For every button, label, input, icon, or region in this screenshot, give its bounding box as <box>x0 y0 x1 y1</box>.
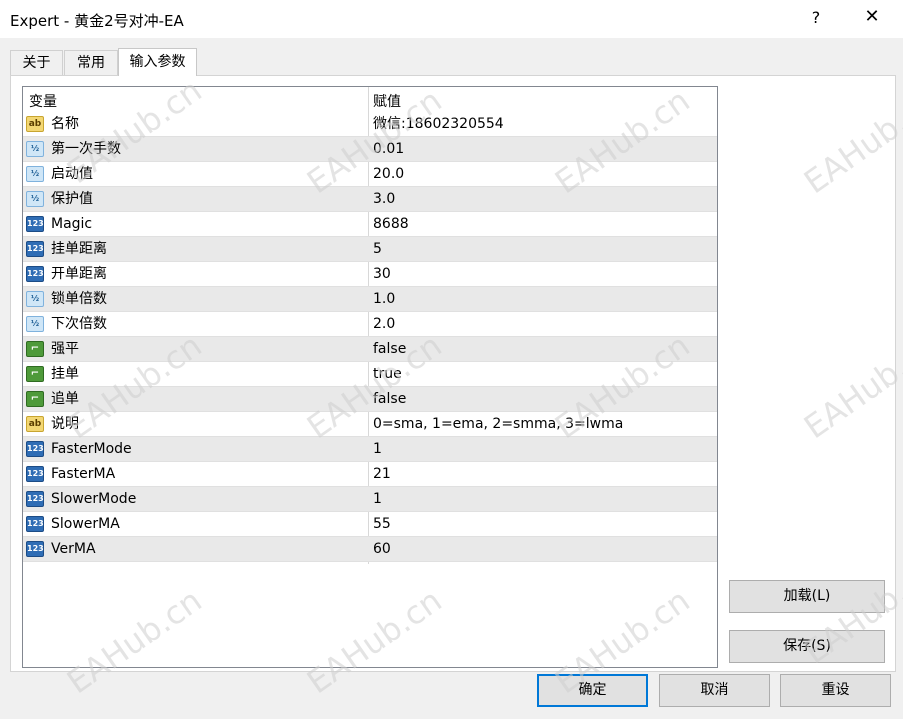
parameter-name: 第一次手数 <box>51 141 121 157</box>
boolean-type-icon: ⌐ <box>26 341 44 357</box>
parameter-row[interactable]: ab 说明 0=sma, 1=ema, 2=smma, 3=lwma <box>23 412 717 437</box>
integer-type-icon: 123 <box>26 216 44 232</box>
parameter-row[interactable]: ab 名称 微信:18602320554 <box>23 112 717 137</box>
parameter-row[interactable]: ⌐ 强平 false <box>23 337 717 362</box>
double-type-icon: ½ <box>26 191 44 207</box>
parameter-name: 说明 <box>51 416 79 432</box>
parameter-name: 挂单 <box>51 366 79 382</box>
parameter-value[interactable]: 微信:18602320554 <box>373 112 504 137</box>
parameter-value[interactable]: 0=sma, 1=ema, 2=smma, 3=lwma <box>373 412 623 437</box>
integer-type-icon: 123 <box>26 491 44 507</box>
parameter-row[interactable]: 123 FasterMA 21 <box>23 462 717 487</box>
ok-button[interactable]: 确定 <box>537 674 648 707</box>
save-button[interactable]: 保存(S) <box>729 630 885 663</box>
tab-about[interactable]: 关于 <box>10 50 63 75</box>
string-type-icon: ab <box>26 416 44 432</box>
parameter-name: 挂单距离 <box>51 241 107 257</box>
title-bar: Expert - 黄金2号对冲-EA ? ✕ <box>0 0 903 38</box>
integer-type-icon: 123 <box>26 541 44 557</box>
grid-header: 变量 赋值 <box>23 87 717 112</box>
parameter-value[interactable]: false <box>373 387 406 412</box>
integer-type-icon: 123 <box>26 516 44 532</box>
parameter-value[interactable]: 0.01 <box>373 137 404 162</box>
parameter-value[interactable]: 1.0 <box>373 287 395 312</box>
integer-type-icon: 123 <box>26 266 44 282</box>
parameter-value[interactable]: 2.0 <box>373 312 395 337</box>
double-type-icon: ½ <box>26 291 44 307</box>
parameter-value[interactable]: 30 <box>373 262 391 287</box>
parameter-name: 锁单倍数 <box>51 291 107 307</box>
column-header-variable[interactable]: 变量 <box>29 91 57 111</box>
parameter-value[interactable]: 1 <box>373 487 382 512</box>
parameter-name: SlowerMode <box>51 491 137 507</box>
parameter-name: VerMA <box>51 541 96 557</box>
parameter-row[interactable]: 123 SlowerMA 55 <box>23 512 717 537</box>
parameter-name: SlowerMA <box>51 516 120 532</box>
parameter-value[interactable]: 5 <box>373 237 382 262</box>
parameters-grid: 变量 赋值 ab 名称 微信:18602320554 ½ 第一次手数 0.01 ½ 启动值 20… <box>22 86 718 668</box>
parameter-row[interactable]: ½ 下次倍数 2.0 <box>23 312 717 337</box>
parameter-value[interactable]: 55 <box>373 512 391 537</box>
parameter-name: FasterMA <box>51 466 116 482</box>
parameter-name: 保护值 <box>51 191 93 207</box>
help-button[interactable]: ? <box>806 8 826 27</box>
parameter-value[interactable]: 21 <box>373 462 391 487</box>
parameter-name: 下次倍数 <box>51 316 107 332</box>
close-button[interactable]: ✕ <box>860 6 884 27</box>
parameter-value[interactable]: true <box>373 362 402 387</box>
parameter-name: 追单 <box>51 391 79 407</box>
parameter-row[interactable]: ½ 保护值 3.0 <box>23 187 717 212</box>
parameter-value[interactable]: 3.0 <box>373 187 395 212</box>
parameter-row[interactable]: 123 挂单距离 5 <box>23 237 717 262</box>
parameter-row[interactable]: ½ 启动值 20.0 <box>23 162 717 187</box>
parameter-name: 名称 <box>51 116 79 132</box>
column-header-value[interactable]: 赋值 <box>373 91 401 111</box>
load-button[interactable]: 加载(L) <box>729 580 885 613</box>
window-title: Expert - 黄金2号对冲-EA <box>10 12 184 30</box>
string-type-icon: ab <box>26 116 44 132</box>
parameter-row[interactable]: 123 FasterMode 1 <box>23 437 717 462</box>
parameter-name: 开单距离 <box>51 266 107 282</box>
integer-type-icon: 123 <box>26 241 44 257</box>
parameter-row[interactable]: ⌐ 挂单 true <box>23 362 717 387</box>
boolean-type-icon: ⌐ <box>26 391 44 407</box>
parameter-row[interactable]: 123 开单距离 30 <box>23 262 717 287</box>
parameter-name: FasterMode <box>51 441 132 457</box>
cancel-button[interactable]: 取消 <box>659 674 770 707</box>
reset-button[interactable]: 重设 <box>780 674 891 707</box>
parameter-value[interactable]: 60 <box>373 537 391 562</box>
parameter-row[interactable]: 123 SlowerMode 1 <box>23 487 717 512</box>
parameter-row[interactable]: ½ 第一次手数 0.01 <box>23 137 717 162</box>
parameter-row[interactable]: ⌐ 追单 false <box>23 387 717 412</box>
parameter-value[interactable]: 20.0 <box>373 162 404 187</box>
integer-type-icon: 123 <box>26 466 44 482</box>
parameter-row[interactable]: 123 Magic 8688 <box>23 212 717 237</box>
tab-inputs[interactable]: 输入参数 <box>118 48 197 76</box>
parameter-name: 强平 <box>51 341 79 357</box>
double-type-icon: ½ <box>26 166 44 182</box>
integer-type-icon: 123 <box>26 441 44 457</box>
parameter-value[interactable]: false <box>373 337 406 362</box>
parameter-name: Magic <box>51 216 93 232</box>
double-type-icon: ½ <box>26 316 44 332</box>
grid-rows: ab 名称 微信:18602320554 ½ 第一次手数 0.01 ½ 启动值 20.0 ½ 保护值… <box>23 112 717 562</box>
parameter-value[interactable]: 8688 <box>373 212 409 237</box>
parameter-name: 启动值 <box>51 166 93 182</box>
parameter-row[interactable]: ½ 锁单倍数 1.0 <box>23 287 717 312</box>
parameter-row[interactable]: 123 VerMA 60 <box>23 537 717 562</box>
double-type-icon: ½ <box>26 141 44 157</box>
parameter-value[interactable]: 1 <box>373 437 382 462</box>
boolean-type-icon: ⌐ <box>26 366 44 382</box>
tab-common[interactable]: 常用 <box>64 50 118 75</box>
